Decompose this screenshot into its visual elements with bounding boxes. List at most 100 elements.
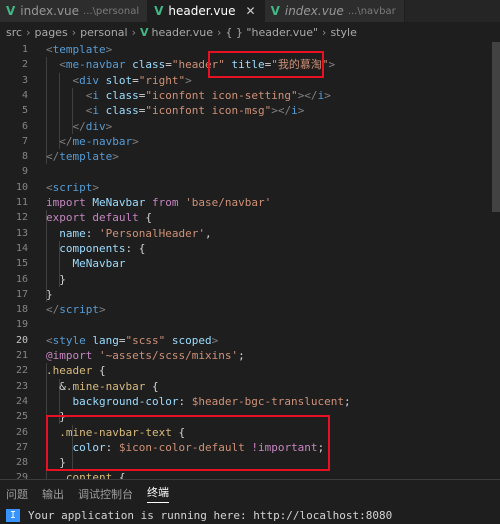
code-token: >: [99, 303, 106, 317]
code-token: >: [211, 333, 219, 347]
code-token: : {: [125, 241, 146, 255]
code-token: .content: [59, 471, 113, 479]
line-number: 1: [21, 44, 28, 55]
breadcrumb-item[interactable]: src: [6, 26, 22, 39]
code-token: ></: [271, 104, 292, 118]
code-line: 29 .content {: [0, 470, 500, 479]
code-token: ></: [297, 88, 318, 102]
code-token: <: [46, 58, 66, 72]
code-line: 13 name: 'PersonalHeader',: [0, 226, 500, 241]
chevron-right-icon: ›: [71, 25, 77, 39]
tab-header-vue[interactable]: V header.vue ✕: [148, 0, 265, 22]
code-token: me-navbar: [65, 58, 126, 72]
chevron-right-icon: ›: [26, 25, 31, 39]
line-number: 20: [15, 334, 28, 346]
tab-path-hint: ...\personal: [83, 5, 140, 17]
code-token: :: [85, 226, 99, 240]
breadcrumb-item[interactable]: header.vue: [152, 26, 214, 39]
code-token: MeNavbar: [46, 257, 126, 271]
scrollbar-thumb[interactable]: [492, 42, 500, 212]
line-number: 24: [15, 395, 28, 407]
line-number: 8: [21, 151, 28, 163]
tab-output[interactable]: 输出: [42, 486, 64, 502]
close-icon[interactable]: ✕: [246, 4, 256, 18]
tab-terminal[interactable]: 终端: [147, 484, 169, 503]
code-line: 10 <script>: [0, 180, 500, 195]
line-number: 23: [15, 380, 28, 392]
info-badge: I: [6, 509, 21, 522]
code-text: <i class="iconfont icon-setting"></i>: [46, 88, 331, 103]
line-number: 21: [15, 350, 28, 361]
code-text: }: [46, 287, 53, 302]
code-text: export default {: [46, 210, 152, 225]
vertical-scrollbar[interactable]: [490, 42, 500, 479]
code-token: slot: [105, 73, 133, 87]
breadcrumb-item[interactable]: style: [330, 26, 356, 39]
code-token: >: [185, 73, 192, 87]
code-line: 17}: [0, 287, 500, 302]
code-token: =: [118, 333, 126, 347]
code-line: 19: [0, 317, 500, 332]
code-text: import MeNavbar from 'base/navbar': [46, 195, 271, 210]
code-line: 24 background-color: $header-bgc-translu…: [0, 394, 500, 409]
code-line: 5 <i class="iconfont icon-msg"></i>: [0, 103, 500, 118]
code-token: i: [291, 104, 298, 118]
code-token: export: [46, 211, 86, 225]
code-token: import: [46, 196, 86, 209]
line-number: 4: [21, 89, 28, 101]
breadcrumb-item[interactable]: personal: [80, 26, 128, 39]
code-text: .header {: [46, 363, 106, 378]
code-token: 'base/navbar': [185, 196, 272, 209]
code-token: $header-bgc-translucent: [191, 394, 345, 408]
line-number: 29: [15, 472, 28, 479]
terminal-output[interactable]: I Your application is running here: http…: [0, 507, 500, 524]
code-token: }: [46, 287, 53, 301]
code-token: components: [46, 241, 126, 255]
highlight-box-title-attr: [208, 51, 324, 78]
line-number: 14: [15, 242, 28, 254]
code-token: div: [85, 119, 106, 133]
code-token: .header: [46, 364, 93, 378]
code-token: >: [324, 88, 331, 102]
breadcrumb: src › pages › personal › V header.vue › …: [0, 22, 500, 42]
code-token: name: [46, 226, 86, 240]
tab-index-navbar[interactable]: V index.vue ...\navbar: [264, 0, 405, 22]
code-token: {: [112, 471, 126, 479]
line-number: 3: [21, 74, 28, 86]
tab-path-hint: ...\navbar: [347, 5, 396, 17]
code-text: <template>: [46, 42, 112, 57]
tab-problems[interactable]: 问题: [6, 486, 28, 502]
line-number: 28: [15, 457, 28, 469]
code-token: "right": [138, 73, 186, 87]
code-token: script: [59, 303, 99, 317]
tab-debug-console[interactable]: 调试控制台: [78, 486, 133, 502]
code-line: 7 </me-navbar>: [0, 134, 500, 149]
code-token: @import: [46, 349, 93, 362]
code-token: class: [105, 104, 139, 118]
code-text: @import '~assets/scss/mixins';: [46, 348, 245, 363]
code-text: }: [46, 272, 66, 287]
code-token: i: [92, 104, 99, 118]
tab-label: index.vue: [20, 4, 80, 18]
breadcrumb-item[interactable]: pages: [34, 26, 67, 39]
code-editor[interactable]: 1 <template> 2 <me-navbar class="header" t…: [0, 42, 500, 479]
code-token: <: [46, 180, 53, 194]
code-token: =: [132, 73, 139, 87]
code-token: .mine-navbar: [65, 379, 146, 393]
breadcrumb-item[interactable]: { } "header.vue": [225, 26, 318, 39]
code-token: script: [52, 180, 93, 194]
code-token: i: [92, 88, 99, 102]
code-text: <i class="iconfont icon-msg"></i>: [46, 103, 305, 118]
code-token: ;: [344, 394, 351, 408]
line-number: 5: [21, 105, 28, 117]
code-token: div: [79, 73, 99, 87]
line-number: 17: [15, 288, 28, 300]
tab-index-personal[interactable]: V index.vue ...\personal: [0, 0, 149, 22]
code-token: '~assets/scss/mixins': [98, 349, 239, 362]
code-line: 14 components: {: [0, 241, 500, 256]
